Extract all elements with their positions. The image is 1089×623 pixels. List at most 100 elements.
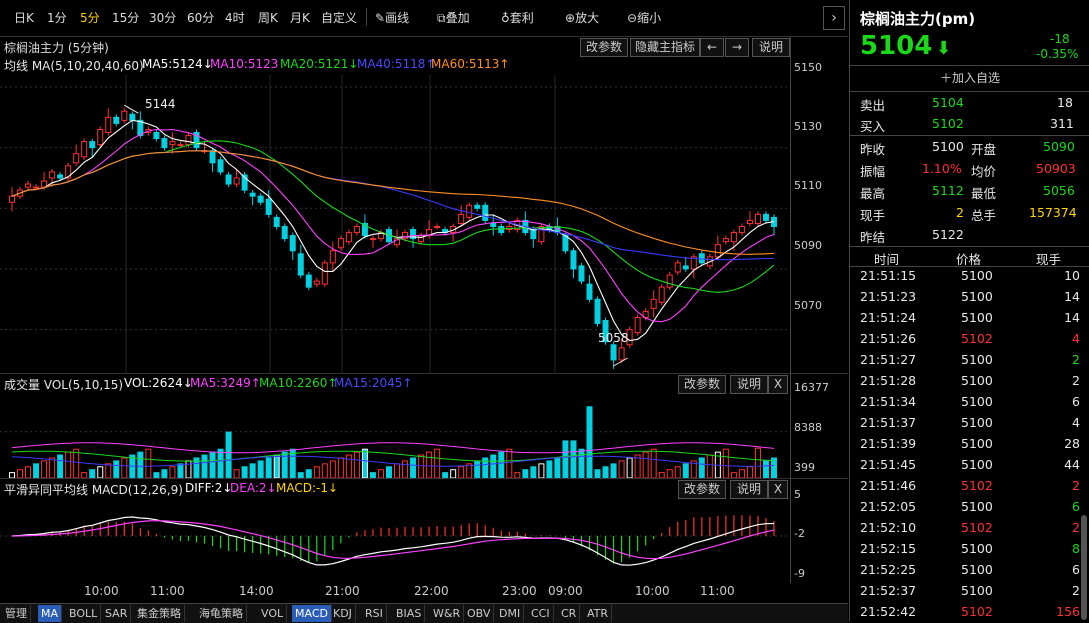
volume-value: VOL:2624↓ [124, 376, 193, 390]
chevron-right-icon[interactable]: › [823, 6, 845, 30]
volume-bar [41, 460, 48, 478]
tick-volume: 6 [1072, 499, 1080, 514]
draw-line-tool[interactable]: ✎画线 [375, 9, 409, 26]
tab-rsi[interactable]: RSI [362, 605, 387, 622]
period-month[interactable]: 月K [290, 9, 310, 26]
volume-bar [754, 447, 761, 478]
tab-bias[interactable]: BIAS [393, 605, 426, 622]
volume-bar [121, 457, 128, 478]
tick-row: 21:51:46 5102 2 [850, 476, 1080, 497]
volume-label: 成交量 VOL(5,10,15) [4, 378, 124, 392]
candlestick-chart[interactable] [0, 75, 790, 374]
tab-dmi[interactable]: DMI [496, 605, 525, 622]
macd-close-icon[interactable]: X [768, 480, 788, 499]
tab-kdj[interactable]: KDJ [330, 605, 356, 622]
stat-label: 总手 [971, 208, 997, 223]
tab-ma[interactable]: MA [38, 605, 63, 622]
ma-label: 均线 MA(5,10,20,40,60) [4, 59, 144, 73]
volume-bar [498, 451, 505, 478]
period-day[interactable]: 日K [14, 9, 34, 26]
tab-cci[interactable]: CCI [528, 605, 554, 622]
tab-obv[interactable]: OBV [464, 605, 495, 622]
time-label: 22:00 [414, 584, 449, 598]
hide-indicator-button[interactable]: 隐藏主指标 [630, 38, 700, 57]
tab-wr[interactable]: W&R [430, 605, 465, 622]
tab-sar[interactable]: SAR [102, 605, 132, 622]
period-30min[interactable]: 30分 [149, 9, 176, 26]
zoom-out-tool[interactable]: ⊖缩小 [627, 9, 661, 26]
candle [177, 144, 184, 147]
tick-time: 21:52:05 [860, 499, 917, 514]
period-15min[interactable]: 15分 [112, 9, 139, 26]
arrow-right-icon[interactable]: → [725, 38, 749, 57]
dea-line [11, 520, 775, 560]
arrow-left-icon[interactable]: ← [700, 38, 724, 57]
stat-label: 昨收 [860, 142, 886, 157]
volume-bar [682, 463, 689, 478]
tab-atr[interactable]: ATR [584, 605, 613, 622]
volume-help-button[interactable]: 说明 [730, 375, 768, 394]
macd-y-bottom: -9 [794, 567, 805, 580]
price-panel: 棕榈油主力 (5分钟) 改参数 隐藏主指标 ← → 说明 均线 MA(5,10,… [0, 36, 848, 374]
period-5min[interactable]: 5分 [80, 9, 100, 26]
tick-volume: 14 [1064, 289, 1080, 304]
volume-axis-line [790, 374, 791, 478]
candle [754, 213, 761, 224]
volume-bar [746, 466, 753, 478]
zoom-in-tool[interactable]: ⊕放大 [565, 9, 599, 26]
price-change: -18 [1050, 32, 1070, 46]
macd-chart[interactable] [0, 499, 790, 583]
zoom-out-label: 缩小 [637, 11, 662, 25]
period-4h[interactable]: 4时 [225, 9, 245, 26]
add-watchlist-button[interactable]: ＋加入自选 [850, 66, 1089, 90]
volume-bar [418, 454, 425, 478]
stat-value: 1.10% [922, 161, 962, 176]
period-custom[interactable]: 自定义 [321, 9, 357, 26]
time-label: 21:00 [325, 584, 360, 598]
ticks-scrollbar[interactable] [1081, 515, 1087, 620]
volume-bar [642, 451, 649, 478]
help-button[interactable]: 说明 [752, 38, 790, 57]
volume-close-icon[interactable]: X [768, 375, 788, 394]
arbitrage-tool[interactable]: ♁套利 [501, 9, 534, 26]
candle [634, 316, 641, 334]
ma5-value: MA5:5124↓ [142, 57, 213, 71]
y-tick-5090: 5090 [794, 239, 822, 252]
period-week[interactable]: 周K [258, 9, 278, 26]
arbitrage-label: 套利 [509, 11, 534, 25]
candle [121, 110, 128, 121]
edit-params-button[interactable]: 改参数 [580, 38, 628, 57]
volume-bar [145, 448, 152, 478]
volume-edit-params-button[interactable]: 改参数 [678, 375, 726, 394]
volume-bar [394, 463, 401, 478]
volume-bars-chart[interactable] [0, 394, 790, 478]
volume-bar [113, 460, 120, 478]
candle [746, 219, 753, 224]
overlay-tool[interactable]: ⧉叠加 [437, 9, 470, 26]
volume-bar [337, 457, 344, 478]
candle [730, 232, 737, 243]
tab-cr[interactable]: CR [558, 605, 581, 622]
candle [265, 198, 272, 215]
candle [586, 283, 593, 300]
period-1min[interactable]: 1分 [47, 9, 67, 26]
stat-value: 2 [956, 205, 964, 220]
stat-value: 50903 [1036, 161, 1076, 176]
volume-bar [738, 469, 745, 478]
period-60min[interactable]: 60分 [187, 9, 214, 26]
volume-bar [377, 469, 384, 478]
tab-jijin[interactable]: 集金策略 [134, 605, 185, 622]
tick-time: 21:51:15 [860, 268, 917, 283]
macd-help-button[interactable]: 说明 [730, 480, 768, 499]
tick-price: 5100 [961, 394, 993, 409]
tab-vol[interactable]: VOL [258, 605, 288, 622]
macd-edit-params-button[interactable]: 改参数 [678, 480, 726, 499]
ticks-list[interactable]: 21:51:15 5100 10 21:51:23 5100 14 21:51:24 5100… [850, 266, 1080, 622]
toolbar-divider [366, 8, 367, 26]
tab-manage[interactable]: 管理 [2, 605, 31, 622]
tick-time: 21:51:46 [860, 478, 917, 493]
tab-boll[interactable]: BOLL [66, 605, 102, 622]
tab-turtle[interactable]: 海龟策略 [196, 605, 247, 622]
tab-macd[interactable]: MACD [292, 605, 332, 622]
time-label: 23:00 [502, 584, 537, 598]
